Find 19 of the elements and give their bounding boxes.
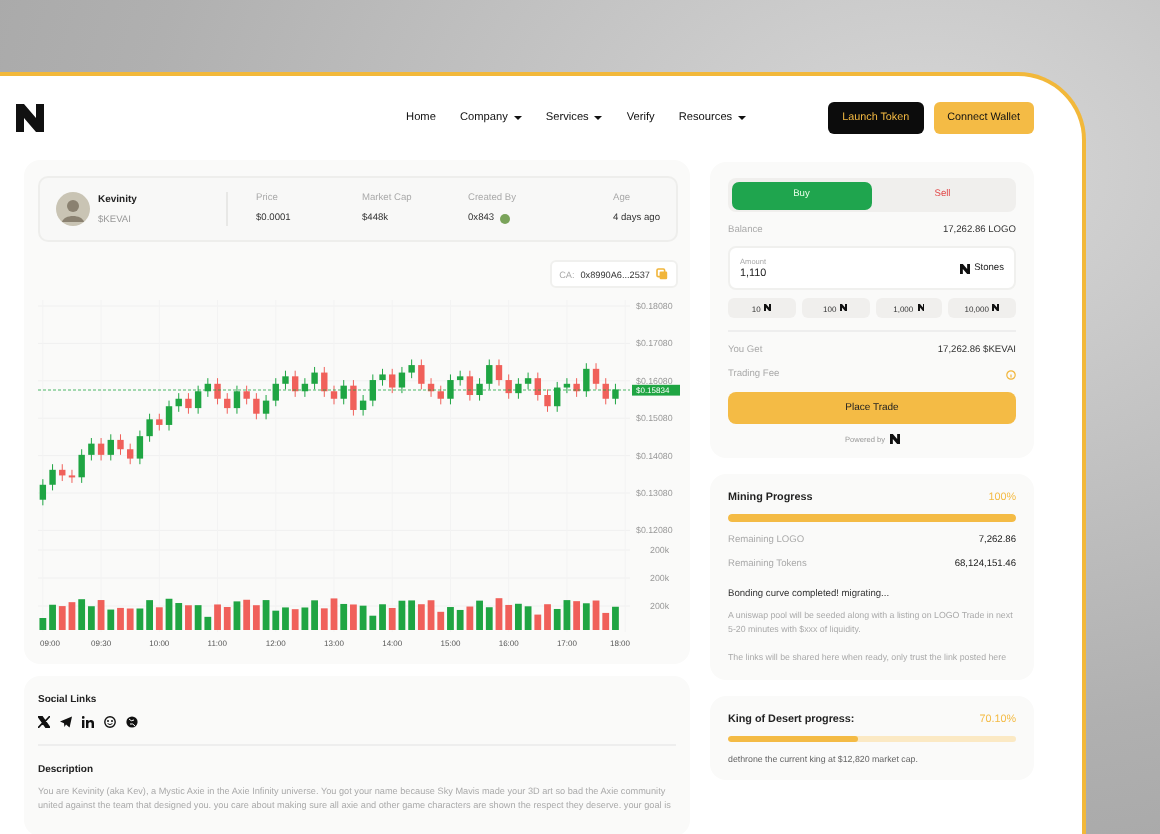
logo-icon: [840, 304, 848, 312]
paper-plane-icon[interactable]: [60, 716, 72, 728]
logo-icon: [992, 304, 1000, 312]
logo-icon: [764, 304, 772, 312]
info-icon: [1006, 370, 1016, 380]
x-logo-icon[interactable]: [38, 716, 50, 728]
candle: [612, 383, 619, 405]
logo-icon: [16, 104, 44, 132]
avatar: [56, 192, 90, 226]
candle: [544, 388, 551, 413]
logo-icon: [917, 304, 925, 312]
candle: [117, 433, 124, 456]
logo-icon: [960, 263, 971, 273]
smiley-icon[interactable]: [104, 716, 116, 728]
logo-icon: [889, 434, 900, 444]
candle: [379, 368, 386, 387]
coin-icon: [500, 214, 511, 224]
candle: [282, 370, 289, 390]
linkedin-icon[interactable]: [82, 716, 94, 728]
